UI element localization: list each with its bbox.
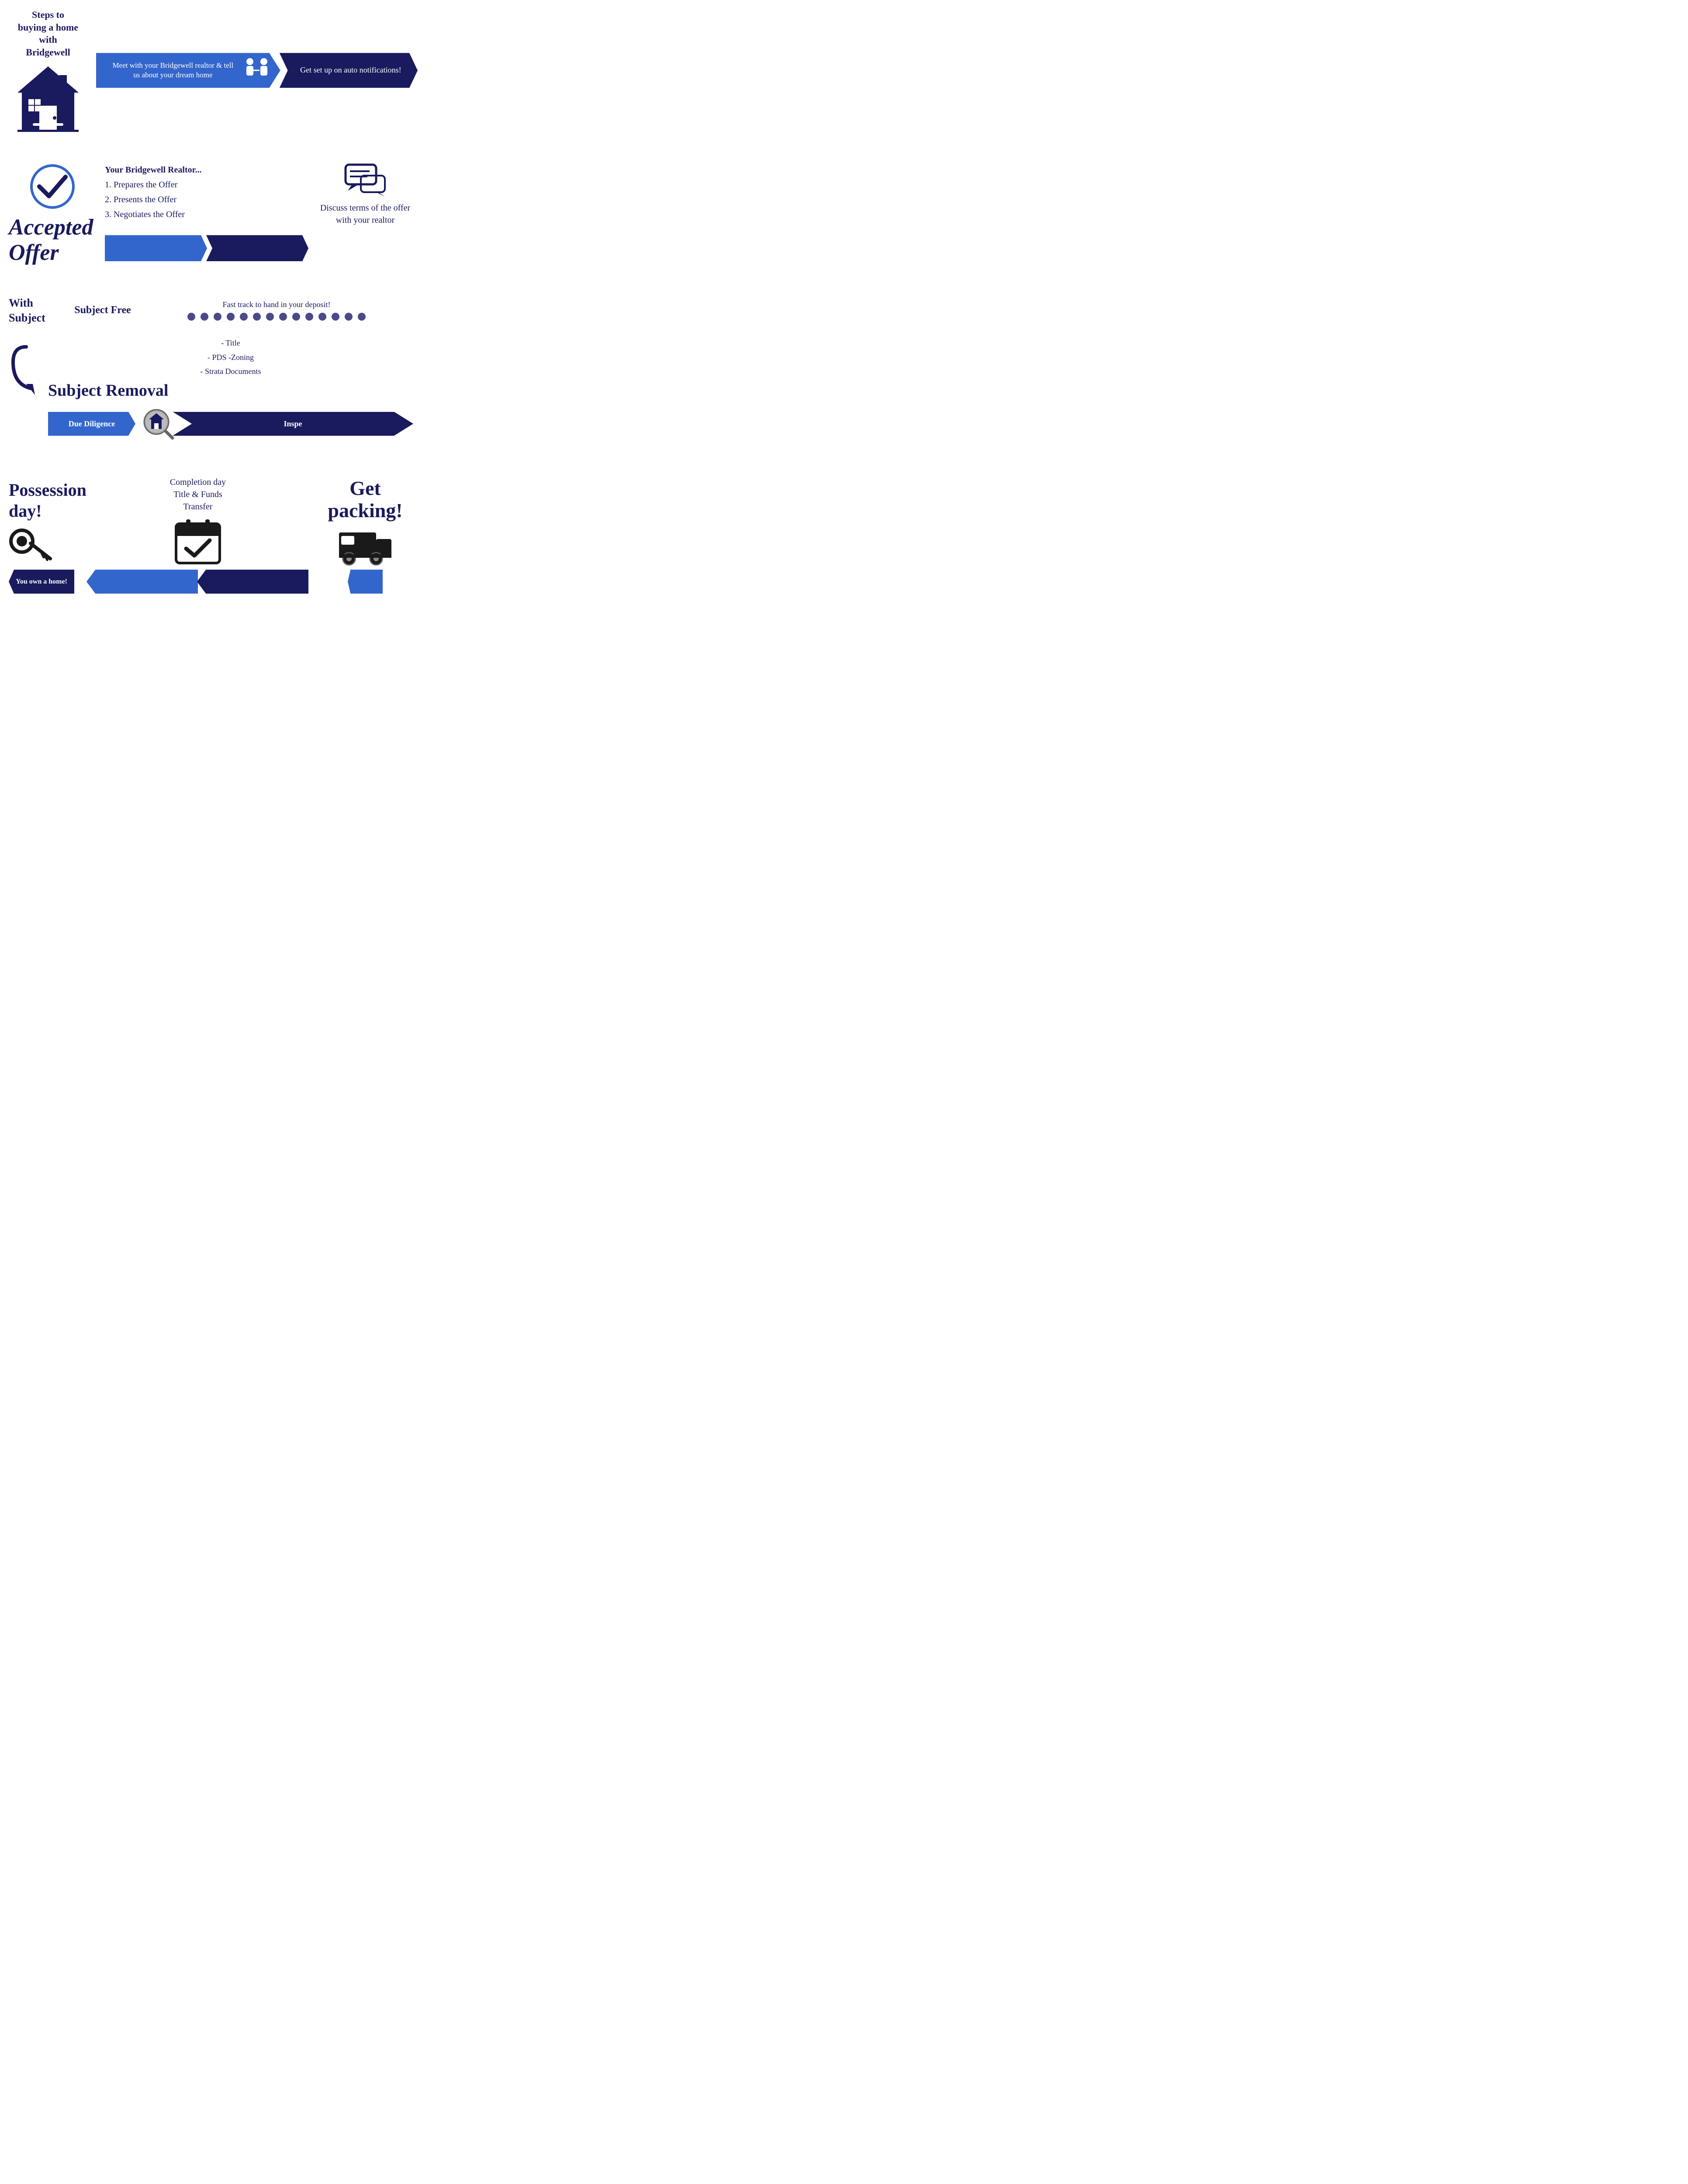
fast-track-text: Fast track to hand in your deposit! <box>223 300 331 309</box>
notifications-content: Get set up on auto notifications! <box>280 65 416 75</box>
dot <box>332 313 339 321</box>
dotted-track: Fast track to hand in your deposit! <box>140 300 413 321</box>
realtor-item3: 3. Negotiates the Offer <box>105 207 308 222</box>
subject-removal-row: - Title - PDS -Zoning - Strata Documents… <box>9 336 413 441</box>
due-diligence-arrow: Due Diligence <box>48 412 135 436</box>
completion-arrow-blue <box>86 570 198 594</box>
calendar-icon <box>174 517 222 565</box>
accepted-center: Your Bridgewell Realtor... 1. Prepares t… <box>105 162 308 261</box>
inspection-arrow: Inspe <box>173 412 413 436</box>
realtor-item2: 2. Presents the Offer <box>105 192 308 207</box>
realtor-item1: 1. Prepares the Offer <box>105 177 308 192</box>
dot <box>358 313 366 321</box>
inspection-text: Inspe <box>284 419 302 429</box>
subject-free-text: Subject Free <box>74 304 131 317</box>
dot <box>253 313 261 321</box>
title-item1: - Title <box>48 336 413 350</box>
due-diligence-text: Due Diligence <box>64 419 119 429</box>
step-arrow-meet: Meet with your Bridgewell realtor & tell… <box>96 53 280 88</box>
dot <box>318 313 326 321</box>
notifications-text: Get set up on auto notifications! <box>294 65 408 75</box>
subject-removal-center: - Title - PDS -Zoning - Strata Documents… <box>48 336 413 441</box>
house-icon <box>13 62 83 132</box>
dot <box>240 313 248 321</box>
section-subject: With Subject Subject Free Fast track to … <box>0 287 422 450</box>
title-item2: - PDS -Zoning <box>48 350 413 364</box>
you-own-text: You own a home! <box>9 578 74 586</box>
dot <box>214 313 221 321</box>
meet-content: Meet with your Bridgewell realtor & tell… <box>96 57 280 83</box>
section-steps: Steps to buying a home with Bridgewell <box>0 0 422 132</box>
get-packing-title: Get packing! <box>317 477 413 522</box>
offer-arrow-dark <box>206 235 308 261</box>
packing-arrow <box>348 570 383 594</box>
dot <box>305 313 313 321</box>
with-subject-text: With Subject <box>9 296 66 325</box>
get-packing-block: Get packing! <box>317 477 413 594</box>
dot <box>201 313 208 321</box>
offer-arrow-blue <box>105 235 207 261</box>
step-arrow-notifications: Get set up on auto notifications! <box>280 53 418 88</box>
completion-title: Completion day Title & Funds Transfer <box>170 476 226 513</box>
subject-removal-title: Subject Removal <box>48 381 413 401</box>
key-icon <box>9 526 52 565</box>
dot <box>345 313 353 321</box>
accepted-right: Discuss terms of the offer with your rea… <box>317 162 413 226</box>
discuss-text: Discuss terms of the offer with your rea… <box>317 202 413 226</box>
dot <box>187 313 195 321</box>
dot <box>227 313 235 321</box>
checkmark-icon <box>28 162 76 211</box>
accepted-offer-title: Accepted Offer <box>9 215 96 265</box>
subject-free-block: Subject Free <box>74 304 131 317</box>
subject-top-row: With Subject Subject Free Fast track to … <box>9 296 413 325</box>
meet-text: Meet with your Bridgewell realtor & tell… <box>109 61 237 80</box>
completion-block: Completion day Title & Funds Transfer <box>87 476 308 594</box>
possession-block: Possession day! You own a home! <box>9 480 79 594</box>
accepted-left: Accepted Offer <box>9 162 96 265</box>
dot <box>292 313 300 321</box>
completion-arrow-dark <box>197 570 308 594</box>
section-accepted-offer: Accepted Offer Your Bridgewell Realtor..… <box>0 145 422 273</box>
subject-removal-arrows: Due Diligence Inspe <box>48 406 413 441</box>
title-item3: - Strata Documents <box>48 364 413 378</box>
you-own-arrow: You own a home! <box>9 570 74 594</box>
possession-title: Possession day! <box>9 480 86 522</box>
realtor-heading: Your Bridgewell Realtor... <box>105 162 308 177</box>
house-block: Steps to buying a home with Bridgewell <box>4 9 92 132</box>
chat-icon <box>343 162 387 197</box>
realtor-list: Your Bridgewell Realtor... 1. Prepares t… <box>105 162 308 222</box>
dot <box>266 313 274 321</box>
dot <box>279 313 287 321</box>
offer-arrows <box>105 235 308 261</box>
section-possession: Possession day! You own a home! Completi… <box>0 463 422 602</box>
people-icon <box>241 57 272 83</box>
steps-text: Steps to buying a home with Bridgewell <box>18 9 78 59</box>
curved-arrow-icon <box>9 345 44 397</box>
arrow-banner: Meet with your Bridgewell realtor & tell… <box>92 9 418 132</box>
dots-row <box>187 313 366 321</box>
truck-icon <box>337 524 394 567</box>
completion-arrows <box>87 570 308 594</box>
magnify-icon <box>140 406 175 441</box>
title-list: - Title - PDS -Zoning - Strata Documents <box>48 336 413 378</box>
